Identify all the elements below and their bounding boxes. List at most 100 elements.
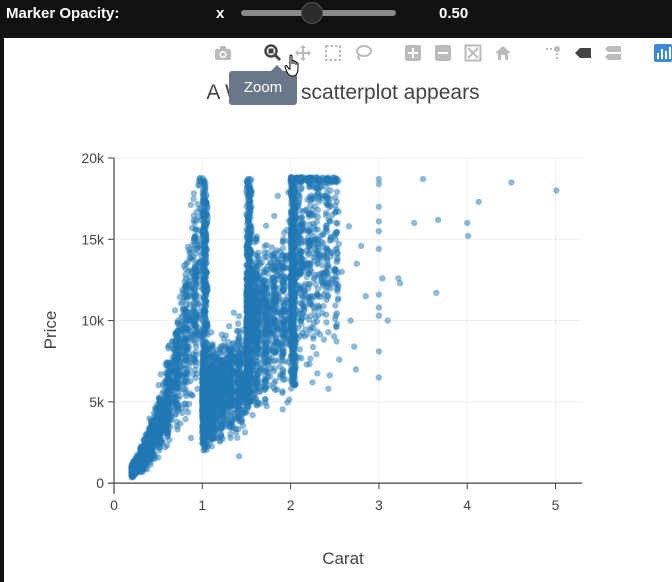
data-point [327, 234, 334, 241]
data-point [308, 182, 315, 189]
data-point [272, 377, 279, 385]
data-point [310, 324, 317, 331]
data-point [192, 232, 199, 240]
data-point [222, 332, 230, 339]
data-point [192, 366, 199, 374]
data-point [220, 413, 228, 420]
data-point [279, 238, 286, 246]
data-point [305, 243, 312, 250]
data-point [334, 249, 341, 257]
data-point [278, 338, 285, 345]
data-point [220, 372, 227, 379]
data-point [327, 285, 334, 292]
points-layer [128, 173, 560, 481]
data-point [298, 214, 305, 221]
data-point [183, 319, 190, 326]
data-point [175, 328, 182, 335]
data-point [333, 310, 340, 317]
scatter-chart[interactable]: 0 1 2 3 4 505k10k15k20k A WebGL scatterplot a… [4, 38, 672, 582]
data-point [217, 437, 224, 444]
data-point [190, 190, 198, 197]
data-point [332, 267, 339, 274]
data-point [131, 458, 138, 466]
data-point [270, 285, 278, 292]
data-point [148, 430, 155, 437]
data-point [183, 336, 190, 343]
data-point [213, 346, 221, 354]
data-point [173, 422, 181, 430]
data-point [320, 336, 328, 343]
data-point [254, 249, 262, 256]
data-point [255, 255, 262, 262]
data-point [259, 351, 267, 359]
data-point [313, 247, 320, 254]
data-point [298, 355, 305, 362]
data-point [327, 187, 334, 194]
data-point [159, 437, 166, 444]
data-point [254, 399, 261, 407]
data-point [258, 346, 266, 353]
data-point [162, 369, 170, 377]
data-point [226, 323, 233, 330]
data-point [332, 302, 339, 309]
data-point [314, 174, 321, 181]
data-point [192, 316, 200, 323]
data-point [301, 333, 308, 340]
data-point [326, 203, 333, 211]
data-point [310, 335, 317, 342]
data-point [165, 342, 172, 350]
data-point [231, 413, 238, 420]
data-point [264, 324, 271, 331]
data-point [256, 317, 263, 324]
data-point [192, 250, 200, 257]
data-point [279, 353, 286, 360]
data-point [177, 300, 185, 307]
data-point [281, 312, 289, 319]
data-point [313, 318, 321, 325]
data-point [261, 253, 268, 261]
data-point [259, 383, 266, 390]
data-point [172, 359, 180, 366]
data-point [186, 390, 194, 397]
data-point [262, 395, 269, 403]
data-point [192, 323, 199, 330]
data-point [325, 264, 332, 271]
data-point [155, 424, 163, 431]
data-point [312, 271, 319, 279]
data-point [279, 245, 287, 252]
data-point [145, 455, 152, 462]
data-point [182, 415, 189, 423]
data-point [262, 359, 269, 366]
data-point [300, 223, 307, 231]
data-point [279, 347, 286, 354]
data-point [191, 354, 198, 362]
data-point [223, 421, 230, 428]
data-point [286, 396, 293, 403]
data-point [297, 300, 304, 307]
data-point [319, 244, 327, 251]
data-point [164, 404, 172, 411]
data-point [317, 183, 324, 191]
data-point [137, 465, 145, 472]
data-point [166, 359, 174, 366]
data-point [274, 294, 282, 301]
data-point [232, 426, 239, 433]
data-point [279, 389, 286, 397]
data-point [187, 434, 195, 442]
data-point [302, 313, 310, 320]
data-point [314, 293, 321, 300]
data-point [253, 345, 260, 353]
opacity-slider-thumb[interactable] [301, 2, 323, 24]
data-point [272, 340, 279, 347]
data-point [216, 420, 224, 427]
data-point [265, 337, 272, 345]
data-point [182, 283, 189, 290]
data-point [263, 402, 270, 410]
data-point [211, 412, 219, 420]
data-point [182, 400, 189, 407]
data-point [257, 366, 264, 373]
data-point [323, 319, 330, 326]
data-point [267, 316, 274, 323]
data-point [324, 194, 331, 201]
data-point [298, 321, 305, 328]
